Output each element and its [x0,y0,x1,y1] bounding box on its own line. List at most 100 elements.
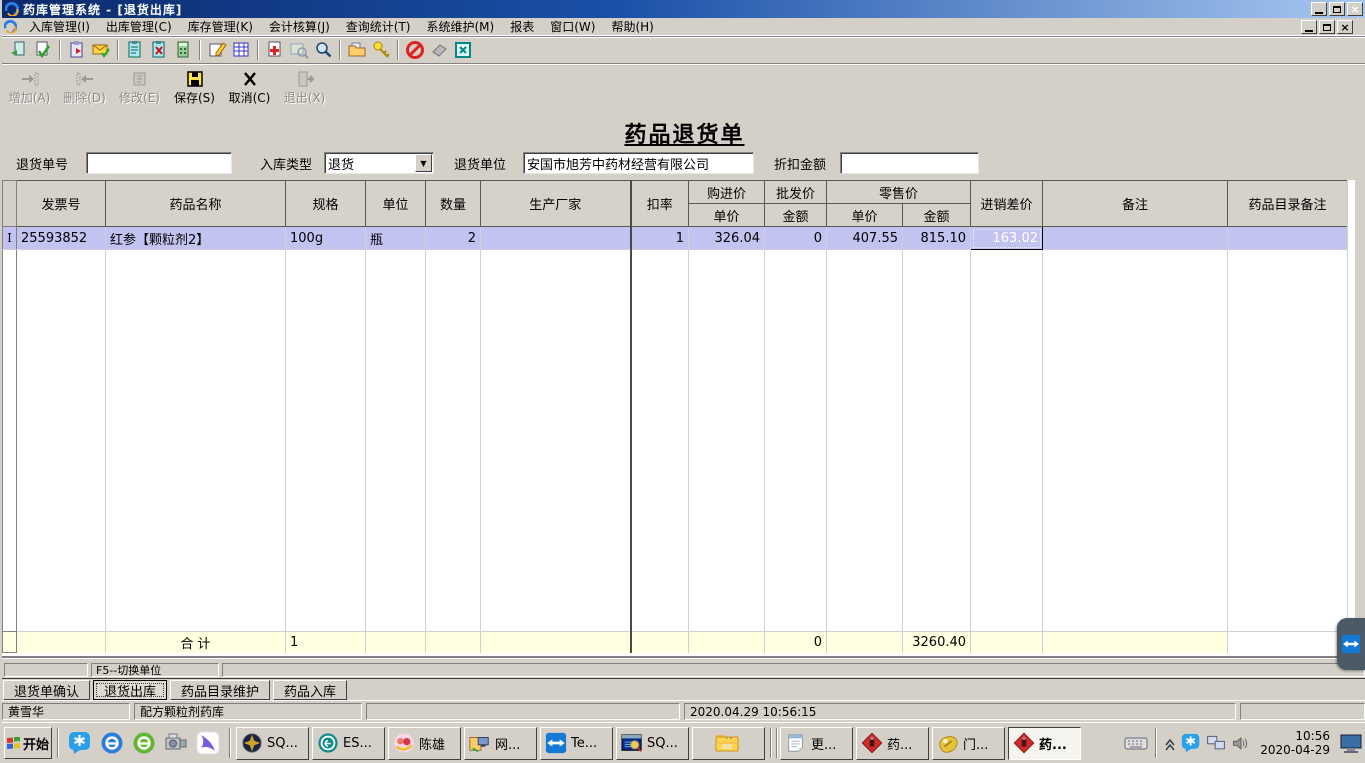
taskbar-button-teamviewer[interactable]: Te... [540,726,613,760]
keyboard-icon[interactable] [1124,733,1148,753]
cell-retail-amount[interactable]: 815.10 [902,226,972,250]
search-icon[interactable] [311,39,335,61]
cell-wholesale-amount[interactable]: 0 [764,226,827,250]
menu-item-maintenance[interactable]: 系统维护(M) [419,17,503,36]
teamviewer-side-tab[interactable] [1337,618,1365,670]
return-no-input[interactable] [86,152,232,174]
clipboard-view-icon[interactable] [123,39,147,61]
return-unit-input[interactable]: 安国市旭芳中药材经营有限公司 [523,152,754,174]
cell-purchase-price[interactable]: 326.04 [688,226,765,250]
menu-item-outbound[interactable]: 出库管理(C) [98,17,180,36]
ie-icon[interactable] [99,729,125,757]
approve-envelope-icon[interactable] [89,39,113,61]
pharmacy-app-icon [1013,732,1035,754]
add-button[interactable]: 增加(A) [2,67,57,108]
cell-note[interactable] [1042,226,1229,250]
taskbar-button-qq-chat[interactable]: 陈雄 [388,726,461,760]
col-spec: 规格 [285,180,366,227]
tab-drug-inbound[interactable]: 药品入库 [273,680,348,700]
modify-button[interactable]: 修改(E) [112,67,167,108]
start-button[interactable]: 开始 [4,727,52,759]
browser-360-icon[interactable] [131,729,157,757]
cell-rate[interactable]: 1 [629,226,689,250]
subcol-unit-price-2: 单价 [826,203,903,227]
new-document-icon[interactable] [7,39,31,61]
verify-document-icon[interactable] [31,39,55,61]
exit-button[interactable]: 退出(X) [277,67,332,108]
screen-recorder-icon[interactable] [163,729,189,757]
taskbar-button-sql-query[interactable]: SQ... [616,726,689,760]
medical-record-icon[interactable] [263,39,287,61]
taskbar-button-notepad[interactable]: 更... [780,726,853,760]
restore-button[interactable] [1329,2,1345,16]
menu-item-help[interactable]: 帮助(H) [603,17,661,36]
menu-item-window[interactable]: 窗口(W) [542,17,603,36]
inbound-type-value: 退货 [328,157,355,173]
taskbar-button-pharmacy-2[interactable]: 药... [1008,726,1081,760]
delete-button[interactable]: 删除(D) [57,67,112,108]
tab-catalog-maintenance[interactable]: 药品目录维护 [170,680,271,700]
taskbar-button-pharmacy-1[interactable]: 药... [856,726,929,760]
taskbar-button-eset[interactable]: ES... [312,726,385,760]
eraser-icon[interactable] [427,39,451,61]
tab-return-outbound[interactable]: 退货出库 [93,680,168,700]
child-minimize-button[interactable] [1301,20,1317,34]
f5-hint: F5--切换单位 [91,663,219,677]
inbound-type-select[interactable]: 退货 ▼ [324,152,434,174]
status-timestamp: 2020.04.29 10:56:15 [684,703,1236,720]
show-desktop-icon[interactable] [1339,732,1363,754]
volume-icon[interactable] [1231,733,1251,753]
close-window-icon[interactable] [451,39,475,61]
menu-item-inbound[interactable]: 入库管理(I) [21,17,98,36]
data-table-icon[interactable] [229,39,253,61]
system-tray: 10:56 2020-04-29 [1124,728,1365,758]
save-button[interactable]: 保存(S) [167,67,222,108]
forbid-icon[interactable] [403,39,427,61]
menu-item-report[interactable]: 报表 [502,17,542,36]
cell-qty[interactable]: 2 [425,226,481,250]
cell-invoice[interactable]: 25593852 [16,226,106,250]
folder-send-icon[interactable] [345,39,369,61]
calculator-icon[interactable] [171,39,195,61]
clipboard-in-icon[interactable] [65,39,89,61]
cell-catalog-note[interactable] [1227,226,1349,250]
minimize-button[interactable] [1311,2,1327,16]
taskbar-button-sqlstar[interactable]: SQ... [236,726,309,760]
row-marker-header [2,180,17,227]
discount-input[interactable] [840,152,979,174]
child-restore-button[interactable] [1319,20,1335,34]
clock[interactable]: 10:56 2020-04-29 [1256,729,1334,757]
cell-unit[interactable]: 瓶 [365,226,426,250]
subcol-amount-1: 金额 [764,203,827,227]
cell-drug-name[interactable]: 红参【颗粒剂2】 [105,226,286,250]
cancel-button[interactable]: 取消(C) [222,67,277,108]
close-button[interactable]: × [1347,2,1363,16]
menu-item-inventory[interactable]: 库存管理(K) [180,17,261,36]
row-marker: I [2,226,17,250]
tab-return-confirm[interactable]: 退货单确认 [3,680,91,700]
cell-price-diff-selected[interactable]: 163.02 [970,226,1044,250]
thunder-icon[interactable] [195,729,221,757]
cell-spec[interactable]: 100g [285,226,366,250]
map-search-icon[interactable] [287,39,311,61]
cell-retail-price[interactable]: 407.55 [826,226,903,250]
cell-manufacturer[interactable] [480,226,631,250]
delete-label: 删除(D) [63,90,106,105]
key-icon[interactable] [369,39,393,61]
collapse-arrow-icon[interactable] [1164,735,1176,751]
star-bubble-tray-icon[interactable] [1181,733,1201,753]
col-manufacturer: 生产厂家 [480,180,631,227]
document-title: 药品退货单 [624,123,745,148]
menu-item-query[interactable]: 查询统计(T) [338,17,419,36]
clipboard-cancel-icon[interactable] [147,39,171,61]
chevron-down-icon[interactable]: ▼ [415,154,432,172]
taskbar-button-clinic[interactable]: 门... [932,726,1005,760]
taskbar-button-folder[interactable] [692,726,765,760]
menu-item-accounting[interactable]: 会计核算(J) [261,17,338,36]
edit-note-icon[interactable] [205,39,229,61]
network-tray-icon[interactable] [1206,733,1226,753]
taskbar-button-network[interactable]: 网... [464,726,537,760]
network-places-icon [469,732,491,754]
star-bubble-icon[interactable] [67,729,93,757]
child-close-button[interactable]: × [1337,20,1353,34]
